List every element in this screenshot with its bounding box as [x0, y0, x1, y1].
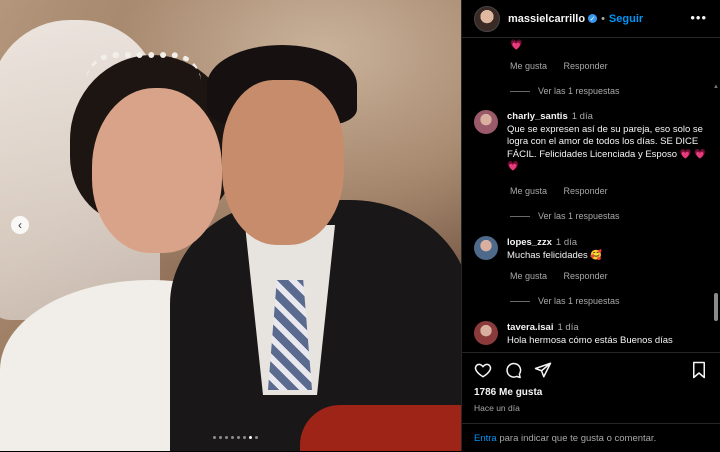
comment-time: 1 día [557, 322, 579, 333]
comment-item: charly_santis 1 día Que se expresen así d… [507, 111, 707, 174]
comment-meta: Me gusta Responder [510, 186, 622, 196]
like-comment-button[interactable]: Me gusta [510, 186, 547, 196]
post-header: massielcarrillo ✓ • Seguir ••• [462, 0, 720, 38]
comment-username[interactable]: lopes_zzx [507, 237, 552, 248]
photo-bride-face [92, 88, 222, 253]
reply-button[interactable]: Responder [564, 271, 608, 281]
login-link[interactable]: Entra [474, 433, 497, 444]
comment-text: 💗 [510, 40, 523, 51]
scroll-up-arrow-icon[interactable]: ▲ [713, 84, 719, 90]
view-replies-button[interactable]: Ver las 1 respuestas [510, 86, 620, 96]
separator: • [601, 12, 605, 25]
comment-text: Que se expresen así de su pareja, eso so… [507, 123, 706, 173]
carousel-dot [255, 436, 258, 439]
replies-divider [510, 215, 530, 217]
verified-badge-icon: ✓ [588, 14, 598, 23]
carousel-dot [249, 436, 252, 439]
comment-meta: Me gusta Responder [510, 271, 622, 281]
carousel-dot [213, 436, 216, 439]
chevron-left-icon: ‹ [18, 218, 22, 232]
comment-avatar[interactable] [474, 236, 498, 260]
comment-item: tavera.isai 1 día Hola hermosa cómo estás… [507, 322, 707, 347]
carousel-dot [243, 436, 246, 439]
comment-text: Hola hermosa cómo estás Buenos días [507, 334, 673, 346]
reply-button[interactable]: Responder [564, 61, 608, 71]
login-prompt-text: Entra para indicar que te gusta o coment… [474, 433, 656, 444]
photo-groom-face [222, 80, 344, 245]
reply-button[interactable]: Responder [564, 186, 608, 196]
comments-list: ▲ 💗 Me gusta Responder Ver las 1 respues… [462, 38, 720, 350]
avatar[interactable] [474, 5, 500, 32]
likes-count[interactable]: 1786 Me gusta [474, 387, 542, 398]
comment-time: 1 día [555, 237, 578, 248]
carousel-dot [237, 436, 240, 439]
like-comment-button[interactable]: Me gusta [510, 61, 547, 71]
photo-tiara [86, 52, 201, 82]
photo-red-seat [300, 405, 461, 451]
carousel-indicator [213, 436, 258, 439]
comments-scrollbar[interactable] [714, 293, 718, 321]
previous-slide-button[interactable]: ‹ [11, 216, 29, 234]
share-icon[interactable] [534, 361, 552, 379]
comment-meta: Me gusta Responder [510, 61, 622, 71]
view-replies-label: Ver las 1 respuestas [538, 211, 620, 221]
login-prompt: Entra para indicar que te gusta o coment… [462, 423, 720, 452]
view-replies-button[interactable]: Ver las 1 respuestas [510, 296, 620, 306]
heart-icon[interactable] [474, 361, 492, 379]
like-comment-button[interactable]: Me gusta [510, 271, 547, 281]
view-replies-label: Ver las 1 respuestas [538, 86, 620, 96]
post-sidebar: massielcarrillo ✓ • Seguir ••• ▲ 💗 Me gu… [461, 0, 720, 451]
follow-button[interactable]: Seguir [609, 13, 643, 25]
post-photo[interactable]: ‹ [0, 0, 461, 451]
comment-username[interactable]: charly_santis [507, 111, 568, 122]
post-viewer: ‹ massielcarrillo ✓ • Seguir ••• ▲ 💗 Me … [0, 0, 720, 451]
more-options-icon[interactable]: ••• [690, 10, 707, 25]
comment-icon[interactable] [504, 361, 522, 379]
comment-avatar[interactable] [474, 321, 498, 345]
comment-text: Muchas felicidades 🥰 [507, 249, 603, 261]
comment-username[interactable]: tavera.isai [507, 322, 553, 333]
comment-avatar[interactable] [474, 110, 498, 134]
author-username[interactable]: massielcarrillo [508, 13, 585, 25]
comment-item: lopes_zzx 1 día Muchas felicidades 🥰 [507, 237, 707, 262]
replies-divider [510, 90, 530, 92]
carousel-dot [219, 436, 222, 439]
post-timestamp: Hace un día [474, 403, 520, 413]
carousel-dot [231, 436, 234, 439]
replies-divider [510, 300, 530, 302]
bookmark-icon[interactable] [690, 361, 708, 379]
action-bar [462, 352, 720, 385]
view-replies-label: Ver las 1 respuestas [538, 296, 620, 306]
login-prompt-label: para indicar que te gusta o comentar. [499, 433, 657, 444]
view-replies-button[interactable]: Ver las 1 respuestas [510, 211, 620, 221]
comment-time: 1 día [571, 111, 593, 122]
carousel-dot [225, 436, 228, 439]
